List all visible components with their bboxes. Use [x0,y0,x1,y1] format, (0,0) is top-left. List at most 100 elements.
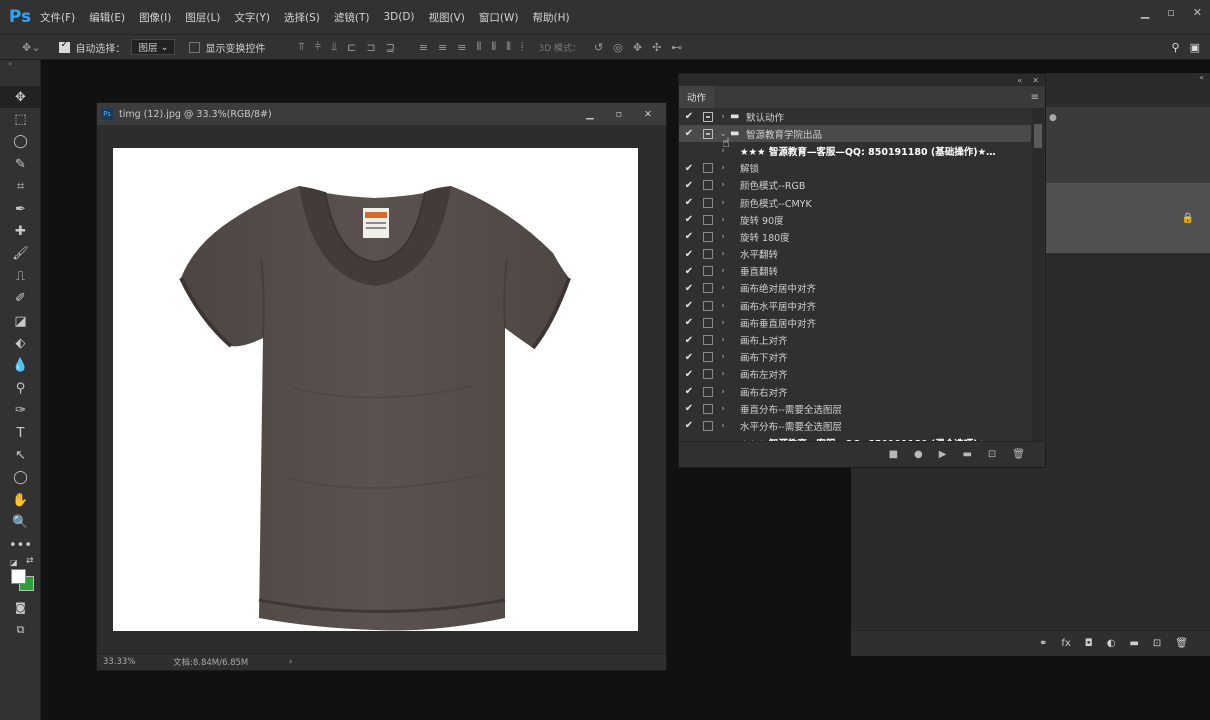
paint-bucket-tool-icon[interactable]: ⬖ [0,332,41,354]
distribute-vcenter-icon[interactable]: ≡ [438,41,447,54]
action-row[interactable]: ✔ › 画布右对齐 [679,383,1031,400]
auto-select-dropdown[interactable]: 图层 ⌄ [131,39,176,55]
action-toggle-checkbox[interactable]: ✔ [679,300,699,311]
chevron-right-icon[interactable]: › [716,283,730,293]
action-row[interactable]: ✔ › 画布垂直居中对齐 [679,314,1031,331]
action-toggle-checkbox[interactable]: ✔ [679,352,699,363]
action-toggle-checkbox[interactable]: ✔ [679,163,699,174]
panel-collapse-icon[interactable]: « [1017,76,1022,85]
quick-mask-icon[interactable]: ◙ [0,596,41,618]
dialog-toggle[interactable] [699,163,716,174]
dialog-toggle[interactable] [699,317,716,328]
workspace-icon[interactable]: ▣ [1190,41,1200,54]
dialog-toggle[interactable] [699,283,716,294]
panel-menu-icon[interactable]: ≡ [1031,92,1039,103]
distribute-left-icon[interactable]: ⦀ [476,40,481,54]
marquee-tool-icon[interactable]: ⬚ [0,108,41,130]
distribute-top-icon[interactable]: ≡ [419,41,428,54]
panel-close-icon[interactable]: ✕ [1032,76,1039,85]
action-row[interactable]: ✔ › 解锁 [679,160,1031,177]
dialog-toggle[interactable] [699,249,716,260]
chevron-right-icon[interactable]: › [716,266,730,276]
document-title-bar[interactable]: Ps timg (12).jpg @ 33.3%(RGB/8#) ▁ ▫ ✕ [97,103,666,125]
zoom-level[interactable]: 33.33% [103,657,173,667]
swap-colors-icon[interactable]: ⇄ [26,556,34,566]
pen-tool-icon[interactable]: ✑ [0,399,41,421]
quick-select-tool-icon[interactable]: ✎ [0,153,41,175]
action-toggle-checkbox[interactable]: ✔ [679,111,699,122]
menu-type[interactable]: 文字(Y) [234,10,270,25]
doc-restore-icon[interactable]: ▫ [616,109,622,120]
action-toggle-checkbox[interactable]: ✔ [679,249,699,260]
search-icon[interactable]: ⚲ [1172,41,1180,54]
action-toggle-checkbox[interactable]: ✔ [679,197,699,208]
action-toggle-checkbox[interactable]: ✔ [679,231,699,242]
ellipse-tool-icon[interactable]: ◯ [0,467,41,489]
zoom-tool-icon[interactable]: 🔍 [0,511,41,533]
doc-minimize-icon[interactable]: ▁ [586,109,593,120]
chevron-right-icon[interactable]: › [716,215,730,225]
action-row[interactable]: ✔ › 垂直分布--需要全选图层 [679,400,1031,417]
auto-select-checkbox[interactable] [59,39,71,53]
blur-tool-icon[interactable]: 💧 [0,355,41,377]
chevron-right-icon[interactable]: › [716,318,730,328]
new-action-icon[interactable]: ⊡ [988,449,996,460]
action-row[interactable]: ✔ › 水平翻转 [679,246,1031,263]
menu-file[interactable]: 文件(F) [40,10,75,25]
action-toggle-checkbox[interactable]: ✔ [679,180,699,191]
menu-filter[interactable]: 滤镜(T) [334,10,370,25]
eraser-tool-icon[interactable]: ◪ [0,310,41,332]
doc-close-icon[interactable]: ✕ [644,109,652,120]
chevron-right-icon[interactable]: › [716,335,730,345]
status-menu-arrow-icon[interactable]: › [289,657,292,667]
link-layers-icon[interactable]: ⚭ [1039,638,1047,649]
canvas-area[interactable] [97,125,666,655]
action-toggle-checkbox[interactable]: ✔ [679,386,699,397]
align-left-icon[interactable]: ⊏ [347,41,356,54]
move-tool-preset-icon[interactable]: ✥⌄ [22,41,40,54]
chevron-right-icon[interactable]: › [716,352,730,362]
3d-scale-icon[interactable]: ⊷ [671,41,682,54]
dialog-toggle[interactable] [699,214,716,225]
chevron-right-icon[interactable]: › [716,369,730,379]
foreground-color-swatch[interactable] [11,569,26,585]
3d-pan-icon[interactable]: ✥ [633,41,642,54]
action-toggle-checkbox[interactable]: ✔ [679,128,699,139]
action-row[interactable]: ✔ › ▬ 默认动作 [679,108,1031,125]
action-row[interactable]: ✔ ⌄ ▬ 智源教育学院出品 [679,125,1031,143]
delete-action-icon[interactable]: 🗑 [1012,449,1025,460]
type-tool-icon[interactable]: T [0,422,41,444]
menu-3d[interactable]: 3D(D) [383,11,414,23]
action-row[interactable]: ✔ › 垂直翻转 [679,263,1031,280]
dodge-tool-icon[interactable]: ⚲ [0,377,41,399]
action-toggle-checkbox[interactable]: ✔ [679,369,699,380]
new-group-icon[interactable]: ▬ [1129,638,1138,649]
actions-scrollbar[interactable] [1032,108,1044,442]
screen-mode-icon[interactable]: ⧉ [0,619,41,641]
menu-view[interactable]: 视图(V) [429,10,465,25]
align-bottom-icon[interactable]: ⫫ [331,40,337,54]
tab-actions[interactable]: 动作 [679,86,715,108]
chevron-right-icon[interactable]: › [716,198,730,208]
chevron-right-icon[interactable]: › [716,301,730,311]
action-toggle-checkbox[interactable]: ✔ [679,420,699,431]
dialog-toggle[interactable] [699,420,716,431]
minimize-icon[interactable]: ▁ [1141,6,1149,19]
align-hcenter-icon[interactable]: ⊐ [366,41,375,54]
new-set-icon[interactable]: ▬ [962,449,971,460]
layer-style-icon[interactable]: fx [1061,638,1070,649]
dialog-toggle[interactable] [699,300,716,311]
action-row[interactable]: ✔ › 颜色模式--CMYK [679,194,1031,211]
chevron-right-icon[interactable]: › [716,163,730,173]
dialog-toggle[interactable] [699,197,716,208]
actions-list[interactable]: ✔ › ▬ 默认动作 ✔ ⌄ ▬ 智源教育学院出品 › ★★★ 智源教育—客服—QQ: 85019… [679,108,1031,442]
action-toggle-checkbox[interactable]: ✔ [679,266,699,277]
chevron-right-icon[interactable]: › [716,387,730,397]
distribute-hcenter-icon[interactable]: ⦀ [491,40,496,54]
action-toggle-checkbox[interactable]: ✔ [679,214,699,225]
dialog-toggle[interactable] [699,231,716,242]
chevron-right-icon[interactable]: › [716,112,730,122]
distribute-right-icon[interactable]: ⦀ [506,40,511,54]
align-top-icon[interactable]: ⫪ [298,40,304,54]
action-row[interactable]: ✔ › 旋转 180度 [679,228,1031,245]
